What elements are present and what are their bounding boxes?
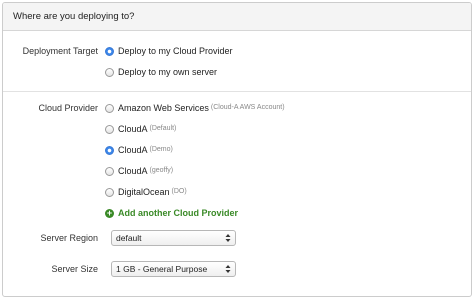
radio-button-checked[interactable]: [105, 46, 114, 56]
radio-button[interactable]: [105, 67, 114, 77]
add-cloud-provider-label[interactable]: Add another Cloud Provider: [118, 207, 238, 219]
radio-provider-clouda-geoffy[interactable]: CloudA (geoffy): [105, 165, 173, 177]
option-label: Deploy to my Cloud Provider: [118, 46, 233, 56]
radio-button[interactable]: [105, 166, 114, 176]
server-size-select[interactable]: 1 GB - General Purpose: [111, 261, 236, 277]
deployment-target-label: Deployment Target: [22, 46, 98, 56]
cloud-provider-section: Cloud Provider Amazon Web Services (Clou…: [3, 91, 471, 296]
deployment-target-section: Deployment Target Deploy to my Cloud Pro…: [3, 31, 471, 91]
plus-circle-icon: +: [105, 207, 114, 218]
radio-button[interactable]: [105, 124, 114, 134]
option-hint: (Cloud-A AWS Account): [210, 104, 285, 111]
option-label: CloudA: [118, 124, 148, 134]
option-hint: (DO): [171, 188, 187, 195]
add-cloud-provider-link[interactable]: + Add another Cloud Provider: [105, 207, 238, 219]
option-hint: (Demo): [149, 146, 173, 153]
option-label: Amazon Web Services: [118, 103, 209, 113]
server-size-value: 1 GB - General Purpose: [116, 264, 208, 274]
radio-provider-digitalocean[interactable]: DigitalOcean (DO): [105, 186, 187, 198]
radio-button[interactable]: [105, 187, 114, 197]
option-hint: (geoffy): [149, 167, 174, 174]
radio-provider-clouda-default[interactable]: CloudA (Default): [105, 123, 176, 135]
radio-provider-clouda-demo[interactable]: CloudA (Demo): [105, 144, 173, 156]
select-arrows-icon: [225, 265, 231, 273]
option-label: Deploy to my own server: [118, 67, 218, 77]
server-region-value: default: [116, 233, 142, 243]
option-label: CloudA: [118, 166, 148, 176]
radio-deploy-own-server[interactable]: Deploy to my own server: [105, 66, 217, 78]
server-region-select[interactable]: default: [111, 230, 236, 246]
option-label: CloudA: [118, 145, 148, 155]
cloud-provider-label: Cloud Provider: [38, 103, 98, 113]
server-size-label: Server Size: [51, 264, 98, 274]
select-arrows-icon: [225, 234, 231, 242]
deploy-panel: Where are you deploying to? Deployment T…: [2, 2, 472, 297]
radio-provider-aws[interactable]: Amazon Web Services (Cloud-A AWS Account…: [105, 102, 285, 114]
radio-button[interactable]: [105, 103, 114, 113]
option-label: DigitalOcean: [118, 187, 170, 197]
radio-button-checked[interactable]: [105, 145, 114, 155]
panel-title: Where are you deploying to?: [3, 3, 471, 31]
radio-deploy-cloud-provider[interactable]: Deploy to my Cloud Provider: [105, 45, 233, 57]
option-hint: (Default): [149, 125, 177, 132]
server-region-label: Server Region: [40, 233, 98, 243]
